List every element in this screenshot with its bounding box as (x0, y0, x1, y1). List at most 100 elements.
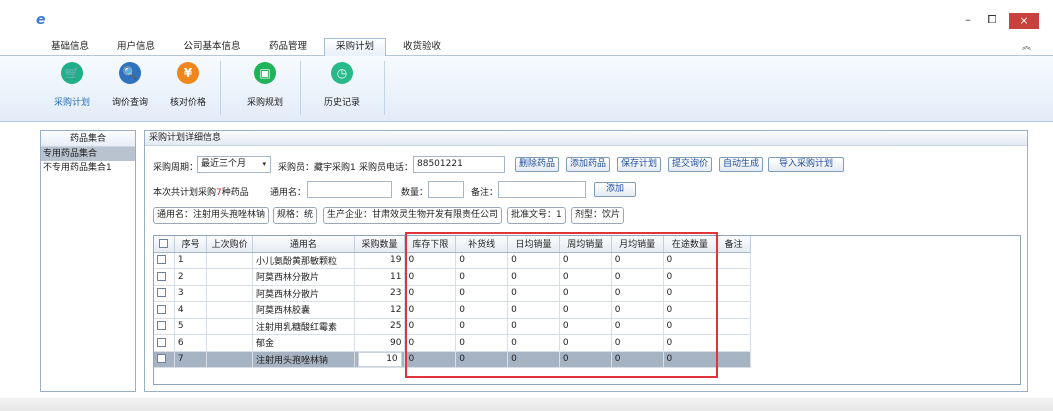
tab-purchase-plan[interactable]: 采购计划 (324, 38, 386, 57)
add-drug-button[interactable]: 添加药品 (566, 157, 611, 172)
ribbon-collapse-icon[interactable]: ︽ (1022, 39, 1031, 52)
table-cell: 0 (404, 252, 457, 269)
table-cell[interactable]: 90 (354, 334, 406, 352)
table-cell[interactable] (716, 351, 751, 368)
period-select[interactable]: 最近三个月 ▾ (197, 156, 271, 173)
table-cell: 0 (507, 252, 560, 269)
status-bar (0, 398, 1053, 411)
ribbon-history[interactable]: ◷ 历史记录 (322, 62, 362, 108)
column-header[interactable]: 序号 (174, 236, 208, 253)
table-cell[interactable]: 23 (354, 285, 406, 302)
table-cell[interactable] (716, 285, 751, 302)
column-header[interactable]: 上次购价 (206, 236, 254, 253)
table-row[interactable]: 2 阿莫西林分散片 11 0 0 0 0 0 0 (154, 268, 751, 286)
table-cell: 1 (174, 252, 208, 269)
table-cell[interactable] (716, 334, 751, 352)
table-row[interactable]: 6 郁金 90 0 0 0 0 0 0 (154, 334, 751, 352)
quantity-input[interactable] (428, 181, 464, 198)
table-cell[interactable] (716, 268, 751, 286)
table-row-selected[interactable]: 7 注射用头孢唑林钠 10 0 0 0 0 0 0 (154, 351, 751, 368)
minimize-button[interactable]: – (958, 12, 978, 28)
table-row[interactable]: 1 小儿氨酚黄那敏颗粒 19 0 0 0 0 0 0 (154, 252, 751, 269)
column-header[interactable]: 日均销量 (507, 236, 560, 253)
table-cell: 0 (663, 301, 718, 319)
table-cell[interactable]: 11 (354, 268, 406, 286)
table-cell: 0 (455, 301, 509, 319)
table-cell[interactable] (716, 301, 751, 319)
table-cell[interactable]: 25 (354, 318, 406, 335)
drug-set-item[interactable]: 专用药品集合 (41, 147, 135, 161)
select-all-checkbox[interactable] (159, 238, 169, 248)
quantity-edit-input[interactable]: 10 (357, 351, 402, 367)
ribbon-purchase-planning[interactable]: ▣ 采购规划 (245, 62, 285, 108)
row-checkbox[interactable] (157, 304, 166, 314)
row-select-cell[interactable] (154, 334, 175, 352)
delete-drug-button[interactable]: 删除药品 (515, 157, 560, 172)
row-select-cell[interactable] (154, 351, 175, 368)
tab-company-info[interactable]: 公司基本信息 (180, 39, 244, 56)
column-header[interactable]: 在途数量 (663, 236, 718, 253)
table-row[interactable]: 5 注射用乳糖酸红霉素 25 0 0 0 0 0 0 (154, 318, 751, 335)
column-header[interactable]: 库存下限 (404, 236, 457, 253)
column-header[interactable]: 采购数量 (354, 236, 406, 253)
summary-suffix: 种药品 (221, 188, 249, 198)
column-header[interactable]: 备注 (716, 236, 751, 253)
close-button[interactable]: × (1009, 13, 1039, 29)
phone-field[interactable]: 88501221 (413, 156, 505, 173)
table-cell[interactable]: 12 (354, 301, 406, 319)
table-row[interactable]: 3 阿莫西林分散片 23 0 0 0 0 0 0 (154, 285, 751, 302)
ribbon-label: 历史记录 (323, 98, 360, 108)
row-checkbox[interactable] (157, 271, 166, 281)
table-cell: 0 (559, 285, 612, 302)
column-header[interactable]: 周均销量 (559, 236, 612, 253)
row-select-cell[interactable] (154, 268, 175, 286)
row-select-cell[interactable] (154, 301, 175, 319)
save-plan-button[interactable]: 保存计划 (617, 157, 662, 172)
table-cell[interactable] (716, 318, 751, 335)
generic-name-input[interactable] (307, 181, 392, 198)
tab-basic-info[interactable]: 基础信息 (50, 39, 90, 56)
tab-user-info[interactable]: 用户信息 (113, 39, 159, 56)
row-select-cell[interactable] (154, 318, 175, 335)
column-header[interactable]: 月均销量 (611, 236, 664, 253)
table-cell[interactable] (716, 252, 751, 269)
table-cell: 0 (404, 285, 457, 302)
row-select-cell[interactable] (154, 252, 175, 269)
row-checkbox[interactable] (157, 321, 166, 331)
row-checkbox[interactable] (157, 354, 166, 364)
table-cell (206, 351, 254, 368)
ribbon-check-price[interactable]: ¥ 核对价格 (168, 62, 208, 108)
column-header[interactable]: 通用名 (252, 236, 355, 253)
ribbon-inquiry-query[interactable]: 🔍 询价查询 (110, 62, 150, 108)
row-checkbox[interactable] (157, 337, 166, 347)
table-cell: 0 (663, 351, 718, 368)
tab-drug-management[interactable]: 药品管理 (264, 39, 312, 56)
tab-receiving-inspection[interactable]: 收货验收 (398, 39, 446, 56)
table-cell: 0 (559, 268, 612, 286)
table-cell: 0 (559, 301, 612, 319)
table-cell: 0 (507, 301, 560, 319)
menu-bar: 基础信息 用户信息 公司基本信息 药品管理 采购计划 收货验收 (0, 36, 1053, 57)
table-cell (206, 301, 254, 319)
auto-generate-button[interactable]: 自动生成 (719, 157, 764, 172)
row-checkbox[interactable] (157, 255, 166, 265)
column-header[interactable]: 补货线 (455, 236, 509, 253)
header-select-all[interactable] (154, 236, 175, 253)
row-select-cell[interactable] (154, 285, 175, 302)
maximize-button[interactable]: ⧠ (982, 12, 1002, 28)
import-plan-button[interactable]: 导入采购计划 (768, 157, 844, 172)
row-checkbox[interactable] (157, 288, 166, 298)
table-cell: 0 (507, 268, 560, 286)
drug-set-item[interactable]: 不专用药品集合1 (41, 161, 135, 175)
table-cell[interactable]: 19 (354, 252, 406, 269)
table-cell: 0 (611, 318, 664, 335)
note-input[interactable] (498, 181, 586, 198)
table-cell: 0 (559, 318, 612, 335)
ribbon-purchase-plan[interactable]: 🛒 采购计划 (52, 62, 92, 108)
quantity-edit-cell[interactable]: 10 (354, 351, 406, 368)
table-row[interactable]: 4 阿莫西林胶囊 12 0 0 0 0 0 0 (154, 301, 751, 319)
table-cell: 0 (455, 285, 509, 302)
submit-inquiry-button[interactable]: 提交询价 (668, 157, 713, 172)
table-cell: 0 (455, 334, 509, 352)
add-button[interactable]: 添加 (594, 182, 636, 197)
